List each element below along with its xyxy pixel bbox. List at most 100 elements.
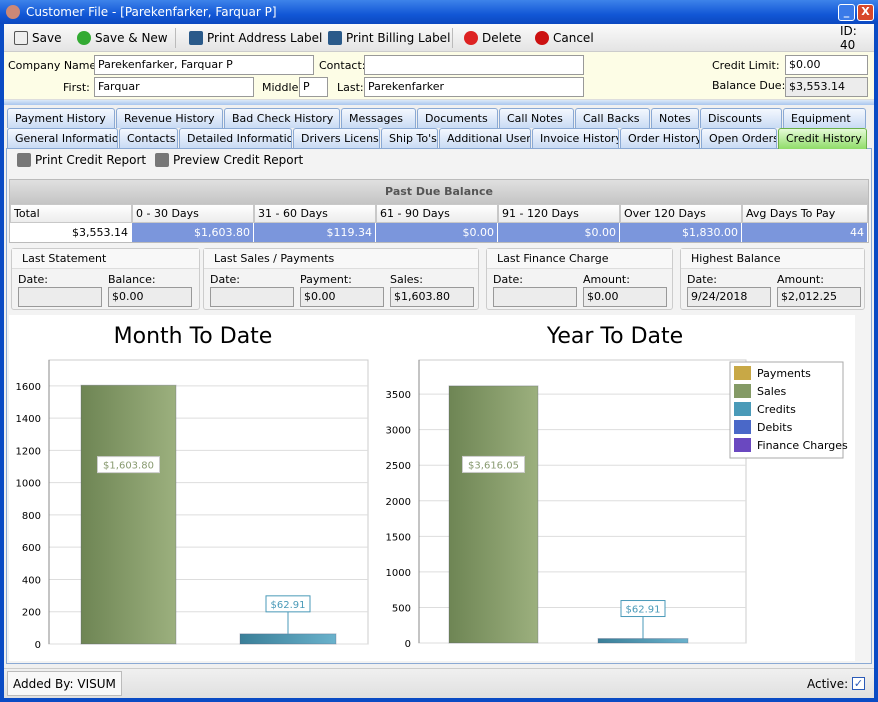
active-checkbox[interactable]: ✓ xyxy=(852,677,865,690)
label-printer-icon xyxy=(189,31,203,45)
save-label: Save xyxy=(32,31,62,45)
title-bar: Customer File - [Parekenfarker, Farquar … xyxy=(0,0,878,24)
field-label: Date: xyxy=(493,273,523,286)
field-label: Amount: xyxy=(777,273,824,286)
window-body: Save Save & New Print Address Label Prin… xyxy=(4,24,874,698)
column-header-total: Total xyxy=(10,204,132,223)
group-last-finance-charge: Last Finance Charge Date: Amount: $0.00 xyxy=(486,248,673,310)
splitter[interactable] xyxy=(4,100,874,105)
bar-credits xyxy=(597,638,689,644)
divider xyxy=(452,28,453,48)
print-address-label-button[interactable]: Print Address Label xyxy=(189,29,322,47)
contact-input[interactable] xyxy=(364,55,584,75)
middle-input[interactable]: P xyxy=(299,77,328,97)
bar-sales xyxy=(448,385,539,644)
close-button[interactable]: X xyxy=(857,4,874,21)
cancel-label: Cancel xyxy=(553,31,594,45)
y-tick-label: 1500 xyxy=(386,532,411,543)
status-bar: Added By: VISUM Active: ✓ xyxy=(4,668,874,698)
tab-ship-to-s[interactable]: Ship To's xyxy=(381,128,438,148)
tab-bad-check-history[interactable]: Bad Check History xyxy=(224,108,340,128)
y-tick-label: 1400 xyxy=(16,414,41,425)
field-label: Date: xyxy=(687,273,717,286)
column-header-over-120-days: Over 120 Days xyxy=(620,204,742,223)
legend-item-payments: Payments xyxy=(757,367,811,380)
legend: Payments Sales Credits Debits Finance Charge… xyxy=(729,361,848,459)
y-tick-label: 2000 xyxy=(386,497,411,508)
data-label: $62.91 xyxy=(271,600,306,611)
tab-call-notes[interactable]: Call Notes xyxy=(499,108,574,128)
tab-equipment[interactable]: Equipment xyxy=(783,108,866,128)
first-label: First: xyxy=(63,81,90,94)
y-tick-label: 200 xyxy=(22,608,41,619)
field-label: Payment: xyxy=(300,273,352,286)
y-tick-label: 3000 xyxy=(386,426,411,437)
legend-swatch-sales xyxy=(734,384,751,398)
plus-icon xyxy=(77,31,91,45)
chart-title: Month To Date xyxy=(114,324,273,349)
tab-discounts[interactable]: Discounts xyxy=(700,108,782,128)
y-tick-label: 1000 xyxy=(386,568,411,579)
save-button[interactable]: Save xyxy=(14,29,61,47)
tab-contacts[interactable]: Contacts xyxy=(119,128,178,148)
y-tick-label: 1600 xyxy=(16,382,41,393)
data-label: $3,616.05 xyxy=(468,460,519,471)
first-name-input[interactable]: Farquar xyxy=(94,77,254,97)
y-tick-label: 0 xyxy=(35,640,41,651)
delete-button[interactable]: Delete xyxy=(464,29,521,47)
tab-drivers-license[interactable]: Drivers License xyxy=(293,128,380,148)
credit-history-panel: Print Credit Report Preview Credit Repor… xyxy=(6,148,872,664)
tab-order-history[interactable]: Order History xyxy=(620,128,700,148)
window-title: Customer File - [Parekenfarker, Farquar … xyxy=(26,5,277,19)
save-new-button[interactable]: Save & New xyxy=(77,29,168,47)
data-label: $62.91 xyxy=(626,605,661,616)
past-due-grid: Past Due Balance Total $3,553.14 0 - 30 Da… xyxy=(9,179,869,243)
tab-notes[interactable]: Notes xyxy=(651,108,699,128)
print-billing-label-button[interactable]: Print Billing Label xyxy=(328,29,450,47)
last-name-input[interactable]: Parekenfarker xyxy=(364,77,584,97)
balance-due-value: $3,553.14 xyxy=(785,77,868,97)
y-tick-label: 500 xyxy=(392,603,411,614)
credit-limit-input[interactable]: $0.00 xyxy=(785,55,868,75)
tab-payment-history[interactable]: Payment History xyxy=(7,108,115,128)
tab-general-information[interactable]: General Information xyxy=(7,128,118,148)
y-tick-label: 600 xyxy=(22,543,41,554)
y-tick-label: 1200 xyxy=(16,446,41,457)
y-tick-label: 0 xyxy=(405,639,411,650)
delete-icon xyxy=(464,31,478,45)
printer-icon xyxy=(17,153,31,167)
group-title: Last Statement xyxy=(12,249,199,269)
delete-label: Delete xyxy=(482,31,522,45)
value-avg-days-to-pay: 44 xyxy=(742,223,868,242)
tab-revenue-history[interactable]: Revenue History xyxy=(116,108,223,128)
tab-credit-history[interactable]: Credit History xyxy=(778,128,867,149)
field-label: Sales: xyxy=(390,273,423,286)
active-label: Active: xyxy=(807,677,849,691)
tab-open-orders[interactable]: Open Orders xyxy=(701,128,777,148)
value-31-60-days: $119.34 xyxy=(254,223,376,242)
field-payment: $0.00 xyxy=(300,287,384,307)
tab-call-backs[interactable]: Call Backs xyxy=(575,108,650,128)
company-name-input[interactable]: Parekenfarker, Farquar P xyxy=(94,55,314,75)
tab-messages[interactable]: Messages xyxy=(341,108,416,128)
y-tick-label: 800 xyxy=(22,511,41,522)
preview-credit-report-button[interactable]: Preview Credit Report xyxy=(155,153,303,167)
value-total: $3,553.14 xyxy=(10,223,132,242)
customers-icon xyxy=(6,5,20,19)
preview-credit-report-label: Preview Credit Report xyxy=(173,153,304,167)
print-credit-report-button[interactable]: Print Credit Report xyxy=(17,153,146,167)
column-header-61-90-days: 61 - 90 Days xyxy=(376,204,498,223)
minimize-button[interactable]: _ xyxy=(838,4,855,21)
value-0-30-days: $1,603.80 xyxy=(132,223,254,242)
tab-detailed-information[interactable]: Detailed Information xyxy=(179,128,292,148)
tab-additional-users[interactable]: Additional Users xyxy=(439,128,531,148)
tab-documents[interactable]: Documents xyxy=(417,108,498,128)
cancel-button[interactable]: Cancel xyxy=(535,29,594,47)
save-icon xyxy=(14,31,28,45)
legend-swatch-debits xyxy=(734,420,751,434)
legend-swatch-finance-charges xyxy=(734,438,751,452)
credit-limit-label: Credit Limit: xyxy=(712,59,780,72)
bar-credits xyxy=(239,633,337,645)
last-label: Last: xyxy=(337,81,364,94)
tab-invoice-history[interactable]: Invoice History xyxy=(532,128,619,148)
